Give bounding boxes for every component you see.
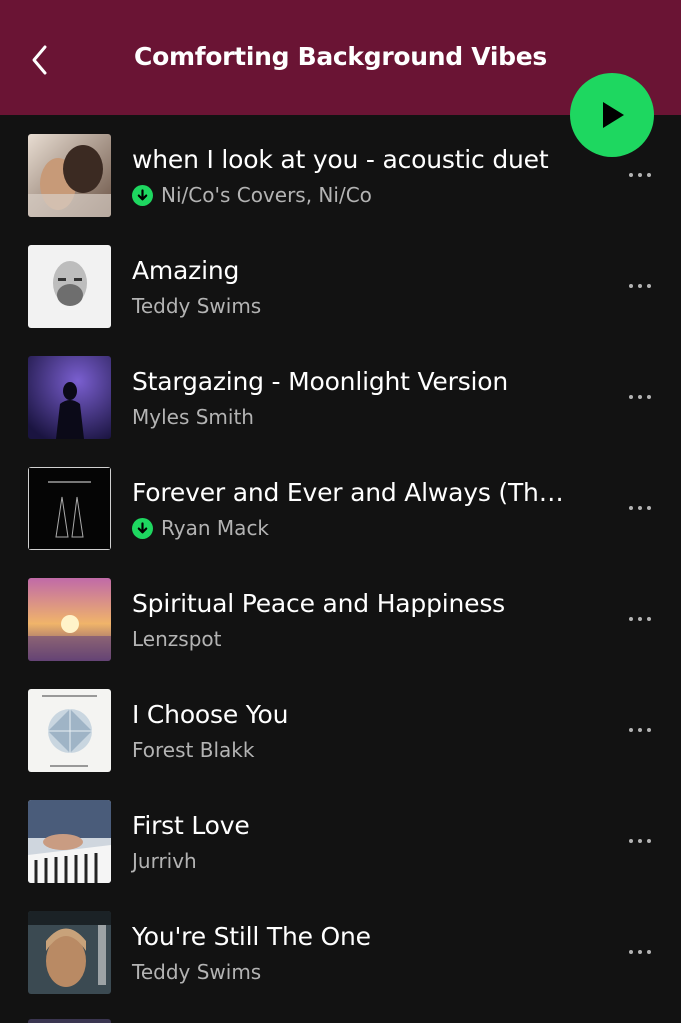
album-cover: [28, 245, 111, 328]
album-cover: [28, 1019, 111, 1023]
album-cover: [28, 467, 111, 550]
track-title: First Love: [132, 811, 250, 840]
track-artist: Teddy Swims: [132, 960, 262, 984]
track-row[interactable]: I Choose You Forest Blakk: [0, 670, 681, 781]
track-title: when I look at you - acoustic duet: [132, 145, 549, 174]
track-row[interactable]: Amazing Teddy Swims: [0, 226, 681, 337]
track-row[interactable]: Stargazing - Moonlight Version Myles Smi…: [0, 337, 681, 448]
track-title: You're Still The One: [132, 922, 371, 951]
album-cover: [28, 578, 111, 661]
track-artist: Teddy Swims: [132, 294, 262, 318]
more-options-button[interactable]: [620, 831, 660, 851]
track-row[interactable]: First Love Jurrivh: [0, 781, 681, 892]
downloaded-icon: [132, 517, 153, 539]
more-options-button[interactable]: [620, 609, 660, 629]
album-cover: [28, 134, 111, 217]
more-options-button[interactable]: [620, 276, 660, 296]
track-title: Stargazing - Moonlight Version: [132, 367, 509, 396]
album-cover: [28, 800, 111, 883]
track-title: I Choose You: [132, 700, 289, 729]
track-artist: Forest Blakk: [132, 738, 255, 762]
album-cover: [28, 689, 111, 772]
track-title: Amazing: [132, 256, 240, 285]
more-options-button[interactable]: [620, 387, 660, 407]
track-row[interactable]: Forever and Ever and Always (The... Ryan…: [0, 448, 681, 559]
track-artist: Ni/Co's Covers, Ni/Co: [161, 183, 372, 207]
track-artist: Jurrivh: [132, 849, 197, 873]
album-cover: [28, 911, 111, 994]
track-title: Forever and Ever and Always (The...: [132, 478, 577, 507]
more-options-button[interactable]: [620, 720, 660, 740]
album-cover: [28, 356, 111, 439]
track-row[interactable]: Spiritual Peace and Happiness Lenzspot: [0, 559, 681, 670]
downloaded-icon: [132, 184, 153, 206]
track-artist: Lenzspot: [132, 627, 222, 651]
track-row[interactable]: You're Still The One Teddy Swims: [0, 892, 681, 1003]
page-title: Comforting Background Vibes: [134, 42, 547, 71]
track-artist: Myles Smith: [132, 405, 254, 429]
more-options-button[interactable]: [620, 498, 660, 518]
play-icon: [603, 102, 624, 128]
track-title: Spiritual Peace and Happiness: [132, 589, 505, 618]
more-options-button[interactable]: [620, 165, 660, 185]
more-options-button[interactable]: [620, 942, 660, 962]
track-artist: Ryan Mack: [161, 516, 270, 540]
play-button[interactable]: [570, 73, 654, 157]
track-list: when I look at you - acoustic duet Ni/Co…: [0, 115, 681, 1003]
